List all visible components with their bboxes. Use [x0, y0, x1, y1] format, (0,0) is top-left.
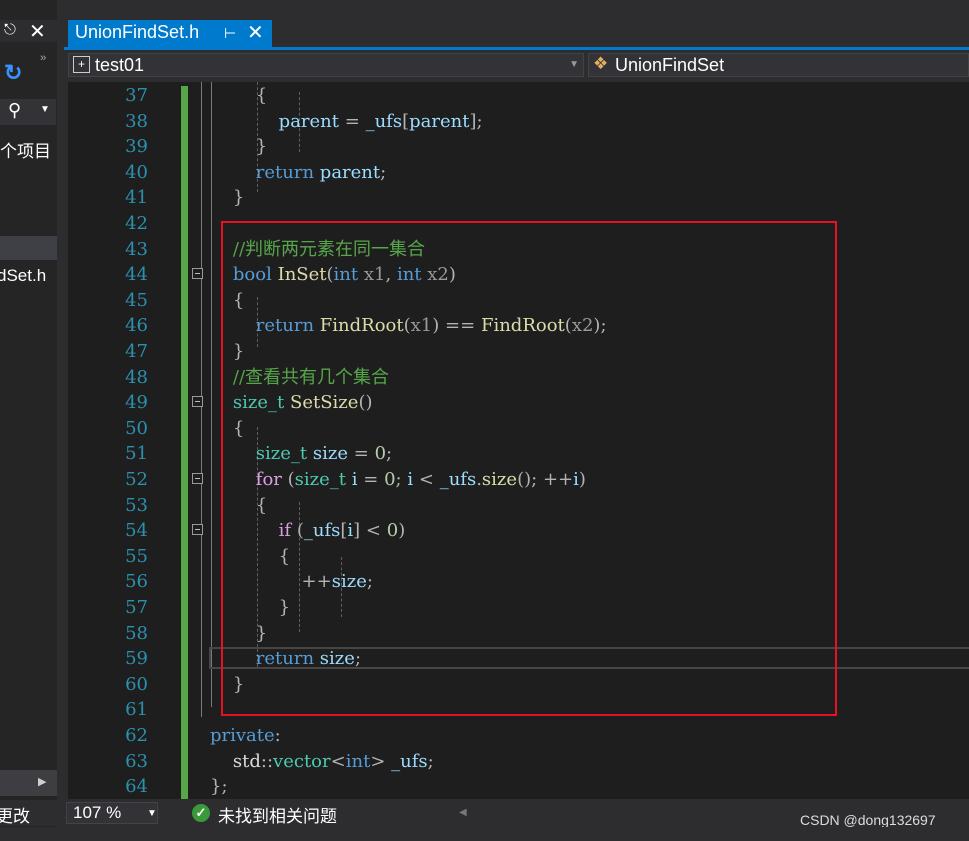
scroll-right-icon[interactable]: ▶: [38, 775, 46, 788]
line-number: 63: [125, 750, 148, 772]
code-line[interactable]: std::vector<int> _ufs;: [210, 749, 434, 775]
selected-row[interactable]: [0, 236, 57, 260]
search-box[interactable]: ⚲ ▼: [0, 99, 56, 125]
line-number: 57: [125, 597, 148, 618]
red-highlight-box: [221, 221, 837, 716]
line-number: 52: [125, 469, 148, 490]
navigation-bar: + test01 ▼ ❖ UnionFindSet: [64, 50, 969, 82]
line-number: 48: [125, 366, 148, 388]
outline-line: [201, 82, 202, 157]
chevron-down-icon[interactable]: ▼: [40, 104, 50, 115]
line-number: 42: [125, 213, 148, 234]
search-icon[interactable]: ⚲: [8, 100, 21, 121]
line-number: 44: [125, 264, 148, 286]
line-number: 43: [125, 238, 148, 260]
watermark: CSDN @dong132697: [800, 812, 936, 828]
change-tracking-bar: [181, 86, 188, 799]
scope-name: UnionFindSet: [615, 55, 725, 75]
chevron-down-icon[interactable]: ▼: [569, 59, 579, 70]
line-number: 45: [125, 289, 148, 311]
close-icon[interactable]: ✕: [29, 19, 46, 44]
editor-status-bar: 107 % ▼ ✓ 未找到相关问题 ◀ CSDN @dong132697: [64, 799, 969, 828]
code-line[interactable]: {: [210, 83, 267, 109]
class-icon: ❖: [593, 54, 609, 73]
code-line[interactable]: };: [210, 774, 228, 799]
line-number: 47: [125, 341, 148, 362]
scope-dropdown[interactable]: ❖ UnionFindSet: [588, 53, 969, 77]
project-name: test01: [95, 55, 145, 75]
line-number: 41: [125, 187, 148, 209]
line-number: 37: [125, 85, 148, 106]
line-number: 49: [125, 392, 148, 414]
pin-icon[interactable]: ⎋: [4, 21, 16, 38]
line-number: 39: [125, 136, 148, 158]
code-line[interactable]: return parent;: [210, 160, 386, 186]
line-number: 53: [125, 494, 148, 516]
code-editor[interactable]: 37 38 39 40 41 42 43 44 45 46 47 48 49 5…: [68, 82, 969, 799]
tab-title[interactable]: UnionFindSet.h: [75, 22, 199, 43]
line-number: 56: [125, 571, 148, 593]
line-number: 46: [125, 315, 148, 337]
bottom-strip: [0, 827, 969, 841]
scroll-left-icon[interactable]: ◀: [459, 807, 467, 818]
code-line[interactable]: private:: [210, 723, 281, 749]
collapse-icon[interactable]: [192, 396, 203, 407]
project-icon: +: [73, 56, 90, 73]
line-number: 58: [125, 622, 148, 644]
pin-icon[interactable]: ⊢: [224, 25, 236, 42]
line-number: 51: [125, 443, 148, 465]
collapse-icon[interactable]: [192, 524, 203, 535]
line-number: 55: [125, 545, 148, 567]
line-number: 60: [125, 673, 148, 695]
collapse-icon[interactable]: [192, 473, 203, 484]
issues-status[interactable]: 未找到相关问题: [218, 802, 337, 827]
overflow-icon[interactable]: ››: [40, 52, 46, 64]
line-number: 61: [125, 699, 148, 721]
line-number: 50: [125, 417, 148, 439]
refresh-icon[interactable]: ↻: [4, 60, 22, 86]
project-dropdown[interactable]: + test01 ▼: [68, 53, 584, 77]
tree-item-projects[interactable]: 个项目: [0, 137, 51, 162]
check-circle-icon[interactable]: ✓: [192, 804, 210, 822]
document-tab-strip: UnionFindSet.h ⊢ ✕: [64, 18, 969, 47]
tab-unionfindset[interactable]: UnionFindSet.h ⊢ ✕: [68, 20, 272, 47]
code-line[interactable]: parent = _ufs[parent];: [210, 109, 483, 135]
collapse-icon[interactable]: [192, 268, 203, 279]
line-number: 59: [125, 648, 148, 670]
code-line[interactable]: }: [210, 134, 267, 160]
line-number: 38: [125, 110, 148, 132]
close-icon[interactable]: ✕: [247, 20, 264, 45]
line-number: 40: [125, 161, 148, 183]
horizontal-scrollbar[interactable]: ▶: [0, 770, 57, 796]
line-number: 62: [125, 725, 148, 746]
chevron-down-icon[interactable]: ▼: [147, 808, 157, 819]
zoom-dropdown[interactable]: 107 % ▼: [66, 802, 158, 824]
line-number: 64: [125, 776, 148, 798]
line-number: 54: [125, 520, 148, 542]
changes-tab[interactable]: 更改: [0, 802, 30, 827]
zoom-level: 107 %: [73, 803, 122, 822]
code-line[interactable]: }: [210, 185, 244, 211]
outline-line: [201, 157, 202, 717]
solution-explorer-panel: ⎋ ✕ ↻ ›› ⚲ ▼ 个项目 dSet.h ▶ 更改: [0, 0, 57, 841]
tree-item-file[interactable]: dSet.h: [0, 266, 46, 286]
